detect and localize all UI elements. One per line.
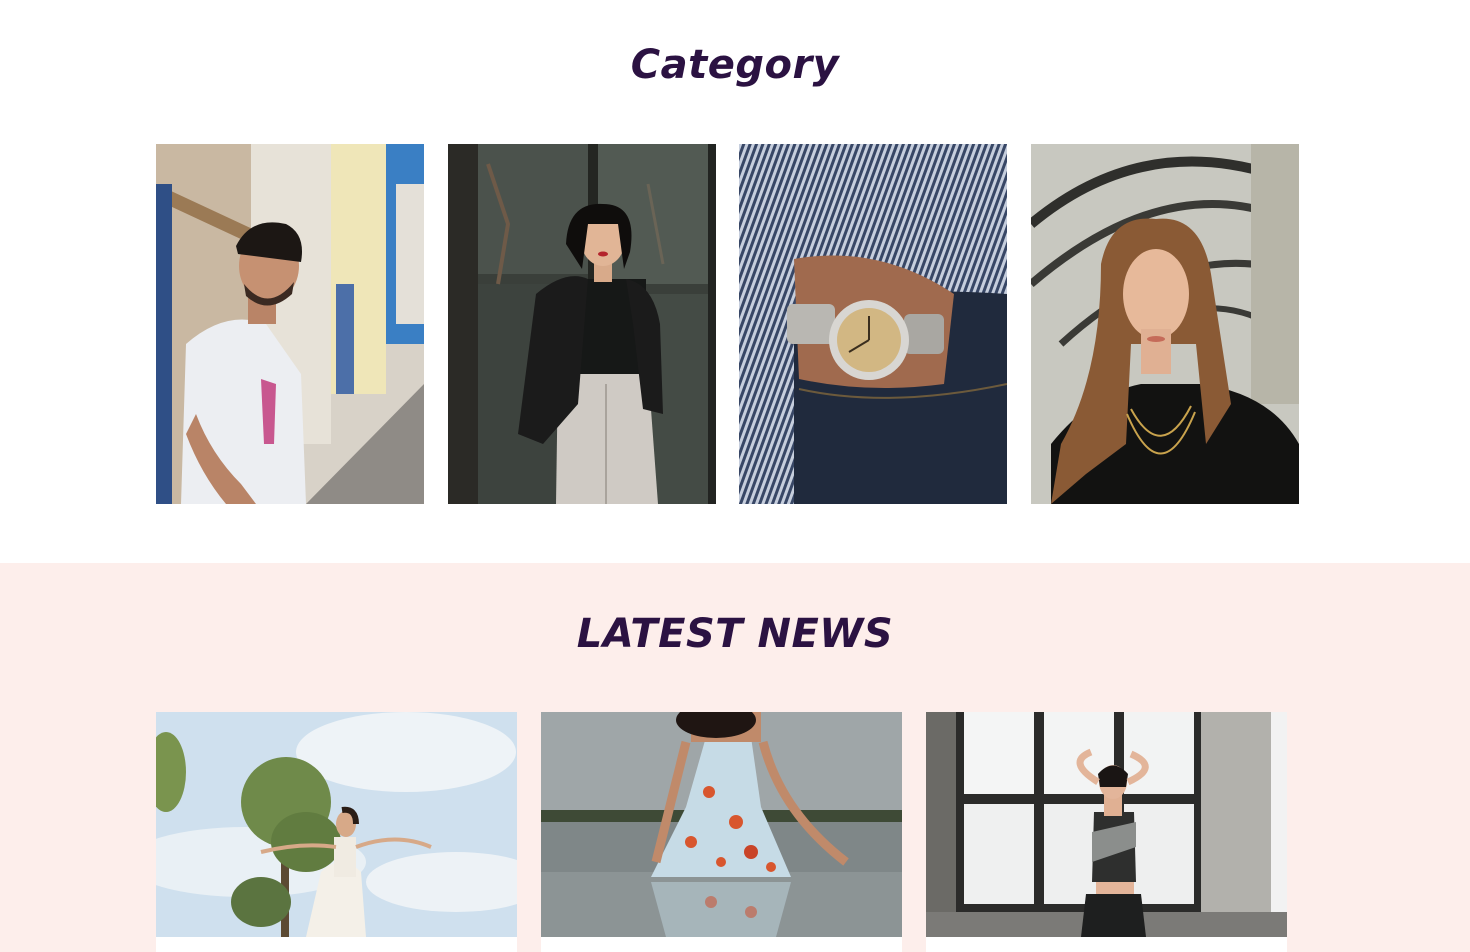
news-card-image	[926, 712, 1287, 937]
latest-news-section: LATEST NEWS	[0, 563, 1470, 952]
category-tile-2[interactable]	[448, 144, 716, 504]
news-card-3[interactable]	[926, 712, 1287, 952]
man-white-tshirt-street-photo	[156, 144, 424, 504]
news-card-2[interactable]	[541, 712, 902, 952]
woman-long-hair-black-top-photo	[1031, 144, 1299, 504]
wristwatch-denim-pocket-photo	[739, 144, 1007, 504]
category-tile-3[interactable]	[739, 144, 1007, 504]
category-tile-4[interactable]	[1031, 144, 1299, 504]
category-tile-1[interactable]	[156, 144, 424, 504]
category-heading: Category	[630, 42, 840, 88]
latest-news-heading: LATEST NEWS	[576, 611, 894, 657]
news-card-image	[541, 712, 902, 937]
woman-sportswear-window-photo	[926, 712, 1287, 937]
woman-floral-dress-lake-photo	[541, 712, 902, 937]
news-card-image	[156, 712, 517, 937]
woman-white-dress-dancing-sky-photo	[156, 712, 517, 937]
woman-leather-jacket-door-photo	[448, 144, 716, 504]
category-section: Category	[0, 0, 1470, 563]
news-card-1[interactable]	[156, 712, 517, 952]
